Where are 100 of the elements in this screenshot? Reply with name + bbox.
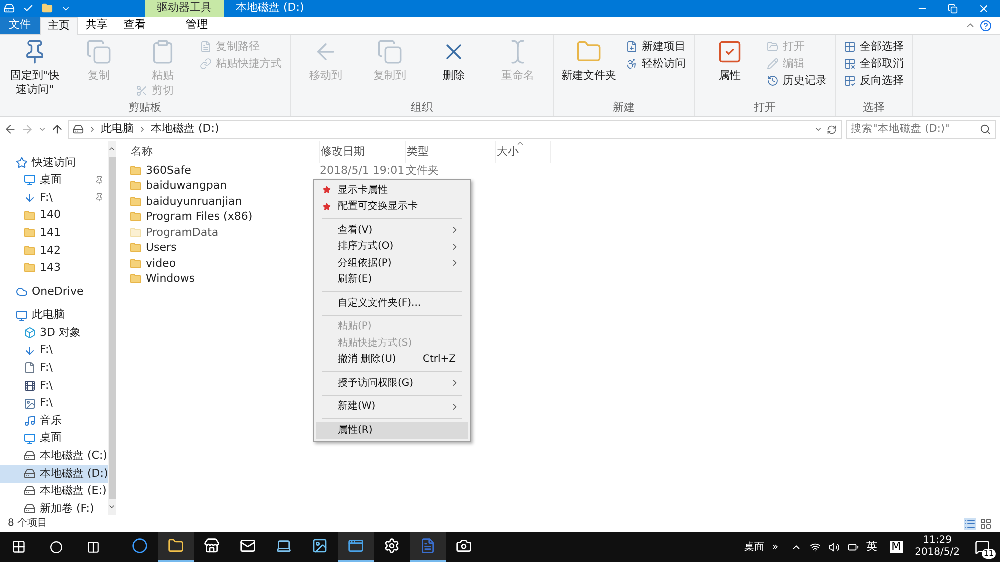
ribbon-button[interactable]: 轻松访问 (622, 56, 690, 72)
folder-icon[interactable] (42, 3, 53, 14)
column-header[interactable]: 类型 (406, 141, 496, 163)
file-name[interactable]: Windows (146, 271, 196, 288)
ribbon-button[interactable]: 属性 (699, 35, 761, 83)
up-icon[interactable] (51, 123, 64, 136)
download-icon (24, 192, 36, 204)
battery-icon[interactable] (848, 542, 859, 552)
nav-item[interactable]: F:\ (0, 377, 108, 395)
nav-item[interactable]: OneDrive (0, 283, 108, 301)
nav-item[interactable]: F:\ (0, 360, 108, 378)
caret-icon[interactable] (38, 125, 47, 134)
search-field[interactable]: 搜索"本地磁盘 (D:)" (846, 120, 996, 139)
taskbar-app[interactable] (338, 532, 374, 562)
menu-item[interactable]: 属性(R) (316, 422, 468, 438)
caret-icon[interactable] (814, 125, 823, 134)
nav-item[interactable]: 本地磁盘 (E:) (0, 482, 108, 500)
address-bar[interactable]: 此电脑 本地磁盘 (D:) (68, 120, 842, 139)
nav-item[interactable]: 此电脑 (0, 306, 108, 324)
ribbon-button[interactable]: 新建文件夹 (558, 35, 620, 83)
column-header[interactable]: 大小 (496, 141, 551, 163)
file-name[interactable]: Program Files (x86) (146, 209, 253, 226)
tiles-view-icon[interactable] (980, 518, 992, 530)
nav-item[interactable]: 音乐 (0, 412, 108, 430)
ribbon-button[interactable]: 全部选择 (840, 39, 908, 55)
check-icon[interactable] (23, 3, 34, 14)
ribbon-button[interactable]: 历史记录 (763, 73, 831, 89)
file-name[interactable]: baiduwangpan (146, 178, 228, 194)
ribbon-tab[interactable]: 管理 (162, 17, 232, 34)
breadcrumb[interactable]: 本地磁盘 (D:) (151, 121, 220, 138)
nav-item[interactable]: 141 (0, 224, 108, 242)
scrollbar[interactable] (108, 141, 116, 515)
menu-item[interactable]: 自定义文件夹(F)... (316, 295, 468, 312)
ribbon-tab[interactable]: 共享 (78, 17, 116, 34)
volume-icon[interactable] (828, 542, 840, 552)
start-icon[interactable] (12, 540, 26, 554)
column-header[interactable]: 名称 (130, 141, 320, 163)
column-header[interactable]: 修改日期 (320, 141, 406, 163)
ime-mode[interactable]: M (890, 541, 904, 553)
nav-item[interactable]: 143 (0, 260, 108, 278)
nav-item[interactable]: 3D 对象 (0, 324, 108, 342)
nav-item[interactable]: F:\ (0, 189, 108, 207)
nav-item[interactable]: F:\ (0, 342, 108, 360)
menu-item[interactable]: 撤消 删除(U) Ctrl+Z (316, 352, 468, 368)
help-icon[interactable] (980, 20, 992, 32)
ribbon-tab[interactable]: 文件 (0, 17, 40, 34)
ribbon-tab[interactable]: 查看 (116, 17, 154, 34)
menu-item[interactable]: 授予访问权限(G) (316, 375, 468, 392)
nav-item[interactable]: 桌面 (0, 430, 108, 448)
taskbar-app[interactable] (410, 532, 446, 562)
group-label: 打开 (754, 100, 776, 116)
network-icon[interactable] (810, 542, 821, 552)
document-icon (420, 538, 436, 554)
file-name[interactable]: video (146, 256, 176, 272)
menu-item[interactable]: 分组依据(P) (316, 255, 468, 272)
restore-icon[interactable] (948, 4, 958, 14)
menu-item[interactable]: 查看(V) (316, 222, 468, 238)
ribbon-tab[interactable]: 主页 (40, 17, 78, 35)
nav-item[interactable]: 本地磁盘 (D:) (0, 465, 108, 483)
input-language[interactable]: 英 (866, 538, 878, 556)
ribbon-button[interactable]: 全部取消 (840, 56, 908, 72)
menu-item[interactable]: 配置可交换显示卡 (316, 198, 468, 215)
browser-icon (132, 538, 148, 554)
nav-item[interactable]: 桌面 (0, 172, 108, 190)
download-icon (24, 344, 36, 357)
link-icon (200, 58, 212, 70)
menu-item[interactable]: 显示卡属性 (316, 182, 468, 198)
ribbon-button[interactable]: 删除 (423, 35, 485, 83)
nav-item[interactable]: 140 (0, 206, 108, 224)
file-name[interactable]: 360Safe (146, 162, 192, 179)
close-icon[interactable] (978, 2, 990, 14)
menu-item[interactable]: 新建(W) (316, 398, 468, 415)
ribbon-button[interactable]: 反向选择 (840, 73, 908, 89)
nav-item[interactable]: F:\ (0, 394, 108, 412)
toolbar-chevron[interactable]: » (772, 540, 779, 554)
breadcrumb[interactable]: 此电脑 (101, 121, 134, 138)
search-icon[interactable] (50, 540, 63, 554)
scroll-up-icon[interactable] (108, 145, 116, 153)
refresh-icon[interactable] (827, 124, 837, 134)
nav-item[interactable]: 快速访问 (0, 154, 108, 172)
file-name[interactable]: ProgramData (146, 224, 219, 241)
file-name[interactable]: baiduyunruanjian (146, 194, 242, 210)
cube-icon (24, 327, 36, 340)
star-icon (323, 202, 331, 211)
menu-item[interactable]: 刷新(E) (316, 272, 468, 288)
ribbon-button[interactable]: 固定到"快速访问" (4, 35, 66, 97)
taskbar-app[interactable] (158, 532, 194, 562)
nav-item[interactable]: 新加卷 (F:) (0, 500, 108, 518)
ribbon-button[interactable]: 新建项目 (622, 39, 690, 55)
details-view-icon[interactable] (964, 518, 976, 530)
menu-item[interactable]: 排序方式(O) (316, 238, 468, 255)
back-icon[interactable] (4, 123, 17, 136)
nav-item[interactable]: 本地磁盘 (C:) (0, 448, 108, 466)
toolbar-label[interactable]: 桌面 (744, 540, 764, 554)
nav-item[interactable]: 142 (0, 242, 108, 260)
computer-icon (16, 310, 28, 322)
task-view-icon[interactable] (87, 540, 100, 554)
clock[interactable]: 11:29 2018/5/2 (915, 535, 960, 559)
file-name[interactable]: Users (146, 240, 177, 256)
scroll-down-icon[interactable] (108, 503, 116, 511)
